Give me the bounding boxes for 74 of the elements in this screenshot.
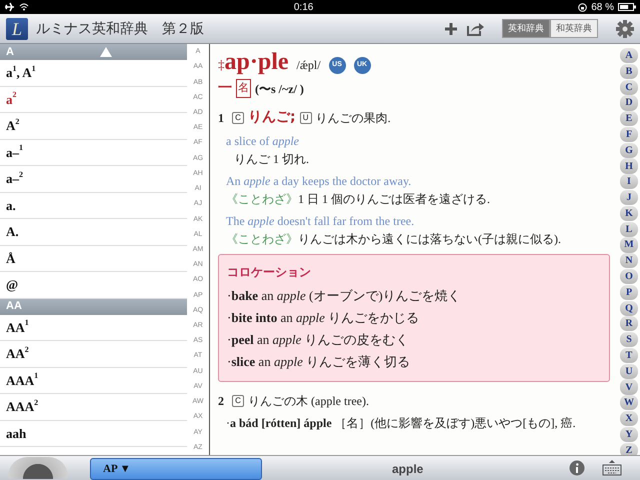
airplane-icon <box>4 2 15 12</box>
headword-mark: ‡ <box>218 56 224 74</box>
alphabet-button[interactable]: B <box>620 64 638 79</box>
phrase-entry: ·a bád [rótten] ápple ［名］(他に影響を及ぼす)悪いやつ[もの], 癌. <box>225 415 577 432</box>
wifi-icon <box>19 3 29 11</box>
alphabet-button[interactable]: W <box>620 395 638 410</box>
pronunciation: /ǽpl/ <box>296 57 321 74</box>
rotation-lock-icon <box>578 2 588 12</box>
settings-icon[interactable] <box>616 20 634 38</box>
alphabet-button[interactable]: F <box>620 126 638 142</box>
sense-number: 2 <box>218 393 224 410</box>
alphabet-button[interactable]: T <box>620 348 638 364</box>
collocation-item: ·bake an apple (オーブンで)りんごを焼く <box>227 287 462 305</box>
alphabet-button[interactable]: H <box>620 158 638 174</box>
alphabet-button[interactable]: N <box>620 253 638 268</box>
proverb-tag: 《ことわざ》 <box>226 190 298 208</box>
alphabet-button[interactable]: P <box>620 284 638 300</box>
grammar-label: C <box>232 395 244 407</box>
grammar-label: U <box>300 112 312 124</box>
definition: りんご; <box>248 108 296 127</box>
alphabet-button[interactable]: Z <box>620 442 638 455</box>
share-icon[interactable] <box>466 22 484 36</box>
alphabet-button[interactable]: R <box>620 316 638 332</box>
scroll-up-icon[interactable] <box>100 47 112 57</box>
plus-icon[interactable] <box>444 22 458 36</box>
alphabet-button[interactable]: K <box>620 206 638 221</box>
alphabet-button[interactable]: I <box>620 174 638 190</box>
alphabet-button[interactable]: X <box>620 410 638 426</box>
example-translation: りんご 1 切れ. <box>234 151 309 168</box>
status-time: 0:16 <box>294 2 314 12</box>
battery-percent: 68 % <box>591 0 614 14</box>
example-sentence: a slice of apple <box>226 133 300 150</box>
example-sentence: An apple a day keeps the doctor away. <box>226 173 412 190</box>
collocation-item: ·peel an apple りんごの皮をむく <box>227 331 410 349</box>
proverb-tag: 《ことわざ》 <box>226 230 298 248</box>
alphabet-button[interactable]: U <box>620 364 638 379</box>
info-icon[interactable] <box>569 460 585 476</box>
definition: りんごの果肉. <box>316 110 391 126</box>
collocation-item: ·slice an apple りんごを薄く切る <box>227 353 412 371</box>
alphabet-button[interactable]: D <box>620 95 638 111</box>
alphabet-button[interactable]: L <box>620 222 638 237</box>
dictionary-tab[interactable]: 和英辞典 <box>550 18 598 38</box>
dial-drawing[interactable] <box>8 457 68 479</box>
alphabet-button[interactable]: Q <box>620 300 638 316</box>
section-header: AA <box>0 298 187 314</box>
definition: りんごの木 (apple tree). <box>248 393 369 410</box>
search-word: apple <box>392 461 424 478</box>
headword: ap·ple <box>224 50 289 74</box>
sense-number: 1 <box>218 110 224 126</box>
section-header: A <box>0 44 187 60</box>
app-logo: L <box>6 18 28 40</box>
alphabet-button[interactable]: A <box>620 48 638 64</box>
alphabet-button[interactable]: V <box>620 379 638 395</box>
dash-mark: 一 <box>218 79 232 98</box>
collocation-item: ·bite into an apple りんごをかじる <box>227 309 420 327</box>
collocation-title: コロケーション <box>227 264 312 281</box>
alphabet-button[interactable]: E <box>620 111 638 126</box>
alphabet-button[interactable]: M <box>620 237 638 253</box>
example-translation: りんごは木から遠くには落ちない(子は親に似る). <box>298 231 561 248</box>
alphabet-button[interactable]: S <box>620 332 638 348</box>
dictionary-tab[interactable]: 英和辞典 <box>502 18 550 38</box>
part-of-speech-label: 名 <box>236 79 251 98</box>
alphabet-button[interactable]: Y <box>620 426 638 442</box>
keyboard-icon[interactable] <box>602 460 622 476</box>
grammar-label: C <box>232 112 244 124</box>
alphabet-button[interactable]: J <box>620 190 638 206</box>
jump-button[interactable]: AP ▼ <box>90 458 262 480</box>
app-title: ルミナス英和辞典 第２版 <box>36 19 205 38</box>
example-translation: 1 日 1 個のりんごは医者を遠ざける. <box>298 191 490 208</box>
alphabet-button[interactable]: O <box>620 268 638 284</box>
inflection: (〜s /~z/ ) <box>255 80 304 98</box>
alphabet-button[interactable]: C <box>620 80 638 95</box>
example-sentence: The apple doesn't fall far from the tree. <box>226 213 416 230</box>
alphabet-button[interactable]: G <box>620 142 638 158</box>
